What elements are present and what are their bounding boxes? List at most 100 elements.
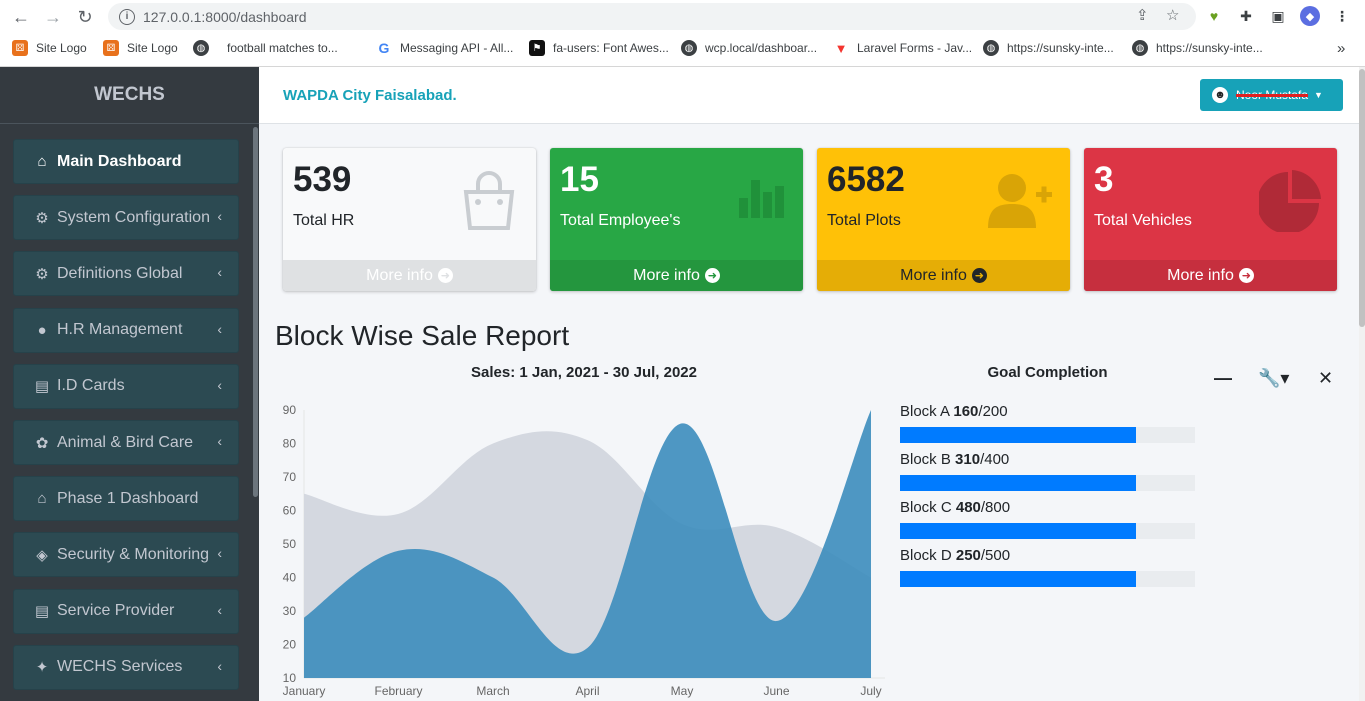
more-info-link[interactable]: More info ➜ bbox=[283, 260, 536, 291]
bird-icon: ✿ bbox=[35, 434, 49, 452]
progress-track bbox=[900, 523, 1195, 539]
sidebar-item-main-dashboard[interactable]: ⌂ Main Dashboard bbox=[13, 139, 239, 184]
goal-progress-item: Block C 480/800 bbox=[900, 499, 1195, 539]
forward-icon[interactable]: → bbox=[40, 4, 66, 30]
bookmark-item[interactable]: ◍ https://sunsky-inte... bbox=[1132, 39, 1263, 57]
close-icon[interactable]: ✕ bbox=[1318, 368, 1333, 389]
goal-progress-item: Block A 160/200 bbox=[900, 403, 1195, 443]
goal-label: Block A 160/200 bbox=[900, 403, 1195, 423]
more-info-label: More info bbox=[900, 266, 967, 284]
y-tick-label: 40 bbox=[283, 571, 297, 585]
goal-value: 310 bbox=[955, 451, 981, 468]
reload-icon[interactable]: ↻ bbox=[72, 4, 98, 30]
extension-icon[interactable]: ♥ bbox=[1204, 6, 1224, 26]
top-navbar: WAPDA City Faisalabad. ☻ Noor Mustafa ▼ bbox=[259, 67, 1359, 124]
arrow-circle-right-icon: ➜ bbox=[1238, 268, 1254, 283]
sidebar-item-wechs-services[interactable]: ✦ WECHS Services ‹ bbox=[13, 644, 239, 690]
home-icon: ⌂ bbox=[37, 490, 47, 508]
x-tick-label: July bbox=[860, 684, 881, 698]
sidebar-item-security-monitoring[interactable]: ◈ Security & Monitoring ‹ bbox=[13, 532, 239, 578]
goal-total: /500 bbox=[980, 547, 1011, 564]
more-info-link[interactable]: More info ➜ bbox=[1084, 260, 1337, 291]
sidebar-item-i-d-cards[interactable]: ▤ I.D Cards ‹ bbox=[13, 363, 239, 409]
address-bar[interactable]: i 127.0.0.1:8000/dashboard ⇪ ☆ bbox=[108, 3, 1196, 30]
cogs-icon: ⚙ bbox=[35, 265, 49, 283]
back-icon[interactable]: ← bbox=[8, 4, 34, 30]
wrench-dropdown-icon[interactable]: 🔧▾ bbox=[1258, 368, 1289, 389]
progress-track bbox=[900, 571, 1195, 587]
stat-label: Total Employee's bbox=[560, 212, 681, 229]
sidebar-item-service-provider[interactable]: ▤ Service Provider ‹ bbox=[13, 588, 239, 634]
goal-progress-item: Block B 310/400 bbox=[900, 451, 1195, 491]
report-title: Block Wise Sale Report bbox=[275, 320, 570, 351]
bookmark-item[interactable]: ◍ wcp.local/dashboar... bbox=[681, 39, 817, 57]
globe-icon: ◍ bbox=[193, 40, 209, 56]
shopping-bag-icon bbox=[458, 170, 520, 242]
site-logo-icon: ⚄ bbox=[12, 40, 28, 56]
y-tick-label: 60 bbox=[283, 504, 297, 518]
more-info-link[interactable]: More info ➜ bbox=[550, 260, 803, 291]
bookmark-star-icon[interactable]: ☆ bbox=[1166, 6, 1179, 24]
bar-chart-icon bbox=[737, 170, 787, 230]
chevron-left-icon: ‹ bbox=[217, 657, 222, 674]
page-scrollbar[interactable] bbox=[1359, 67, 1365, 701]
collapse-icon[interactable]: — bbox=[1214, 368, 1232, 389]
handshake-icon: ✦ bbox=[35, 659, 49, 677]
goal-label: Block D 250/500 bbox=[900, 547, 1195, 567]
page-heading-city: WAPDA City Faisalabad. bbox=[283, 87, 457, 104]
goal-value: 480 bbox=[955, 499, 981, 516]
sidebar-item-phase-1-dashboard[interactable]: ⌂ Phase 1 Dashboard bbox=[13, 476, 239, 522]
sidebar: WECHS ⌂ Main Dashboard ⚙ System Configurati… bbox=[0, 67, 259, 701]
stat-value: 6582 bbox=[827, 160, 905, 199]
puzzle-icon[interactable]: ✚ bbox=[1236, 6, 1256, 26]
goal-name: Block A bbox=[900, 403, 950, 420]
sidebar-item-label: WECHS Services bbox=[57, 658, 183, 676]
user-menu-button[interactable]: ☻ Noor Mustafa ▼ bbox=[1200, 79, 1343, 111]
y-tick-label: 30 bbox=[283, 604, 297, 618]
bookmark-item[interactable]: ⚄ Site Logo bbox=[12, 39, 87, 57]
more-info-label: More info bbox=[633, 266, 700, 284]
sidebar-item-label: Animal & Bird Care bbox=[57, 433, 194, 451]
sidebar-item-label: Service Provider bbox=[57, 602, 175, 620]
more-info-link[interactable]: More info ➜ bbox=[817, 260, 1070, 291]
user-name: Noor Mustafa bbox=[1236, 88, 1309, 102]
scrollbar-thumb[interactable] bbox=[1359, 69, 1365, 327]
brand-logo[interactable]: WECHS bbox=[0, 67, 259, 124]
bookmark-item[interactable]: ⚄ Site Logo bbox=[103, 39, 178, 57]
bookmark-item[interactable]: ▼ Laravel Forms - Jav... bbox=[833, 39, 973, 57]
more-info-label: More info bbox=[1167, 266, 1234, 284]
sidebar-scrollbar[interactable] bbox=[253, 127, 258, 497]
sidebar-item-definitions-global[interactable]: ⚙ Definitions Global ‹ bbox=[13, 251, 239, 297]
goal-value: 160 bbox=[953, 403, 979, 420]
goal-completion-title: Goal Completion bbox=[987, 364, 1108, 381]
flag-icon: ⚑ bbox=[529, 40, 545, 56]
menu-kebab-icon[interactable]: ⋮ bbox=[1332, 6, 1352, 26]
sidebar-item-h-r-management[interactable]: ● H.R Management ‹ bbox=[13, 307, 239, 353]
more-bookmarks-icon[interactable]: » bbox=[1337, 39, 1345, 57]
goal-value: 250 bbox=[955, 547, 981, 564]
bookmark-item[interactable]: ⚑ fa-users: Font Awes... bbox=[529, 39, 669, 57]
sidebar-item-system-configuration[interactable]: ⚙ System Configuration ‹ bbox=[13, 195, 239, 241]
stat-box: 6582 Total Plots More info ➜ bbox=[817, 148, 1070, 291]
browser-toolbar: ← → ↻ i 127.0.0.1:8000/dashboard ⇪ ☆ ♥ ✚… bbox=[0, 0, 1365, 33]
share-icon[interactable]: ⇪ bbox=[1136, 6, 1149, 24]
bookmark-item[interactable]: ◍ football matches to... bbox=[193, 39, 338, 57]
sidebar-item-label: Main Dashboard bbox=[57, 152, 182, 170]
chevron-left-icon: ‹ bbox=[217, 376, 222, 393]
profile-avatar-icon[interactable]: ◆ bbox=[1300, 6, 1320, 26]
goal-total: /200 bbox=[978, 403, 1008, 420]
progress-track bbox=[900, 475, 1195, 491]
site-info-icon[interactable]: i bbox=[119, 8, 135, 25]
user-avatar-icon: ☻ bbox=[1212, 87, 1228, 103]
y-tick-label: 50 bbox=[283, 537, 297, 551]
progress-fill bbox=[900, 475, 1136, 491]
x-tick-label: April bbox=[575, 684, 599, 698]
sidebar-item-label: H.R Management bbox=[57, 321, 183, 339]
bookmark-item[interactable]: G Messaging API - All... bbox=[376, 39, 514, 57]
sidebar-item-animal-bird-care[interactable]: ✿ Animal & Bird Care ‹ bbox=[13, 420, 239, 465]
side-panel-icon[interactable]: ▣ bbox=[1268, 6, 1288, 26]
chevron-left-icon: ‹ bbox=[217, 601, 222, 618]
bookmark-item[interactable]: ◍ https://sunsky-inte... bbox=[983, 39, 1114, 57]
chevron-left-icon: ‹ bbox=[217, 208, 222, 225]
bookmarks-bar: ⚄ Site Logo ⚄ Site Logo ◍ football matches … bbox=[0, 35, 1365, 61]
